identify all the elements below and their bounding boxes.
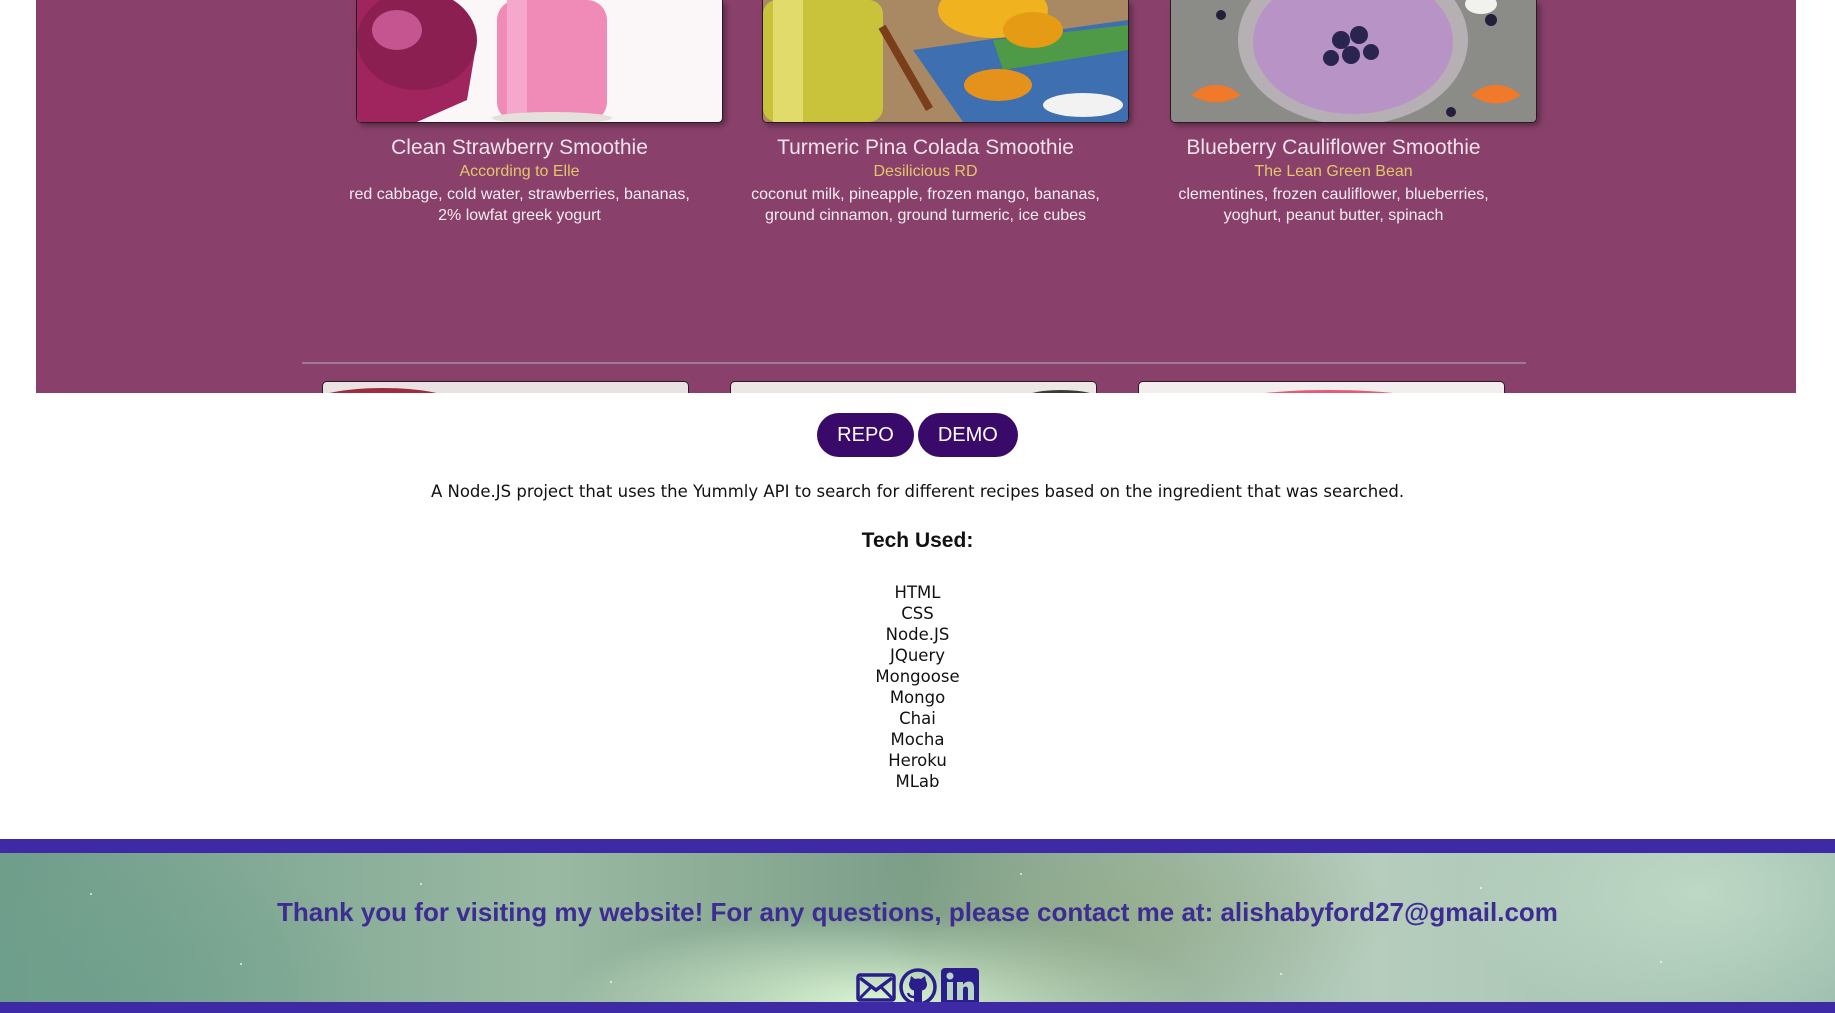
- tech-item: Heroku: [888, 751, 947, 770]
- recipe-source: Desilicious RD: [873, 163, 978, 180]
- recipe-ingredients: clementines, frozen cauliflower, blueber…: [1140, 184, 1527, 226]
- ingredients-line: yoghurt, peanut butter, spinach: [1223, 207, 1444, 224]
- project-screenshot: Clean Strawberry Smoothie According to E…: [36, 0, 1796, 393]
- tech-item: Mocha: [890, 730, 945, 749]
- tech-item: Mongo: [889, 688, 946, 707]
- tech-item: JQuery: [889, 646, 945, 665]
- tech-item: CSS: [901, 604, 934, 623]
- ingredients-line: ground cinnamon, ground turmeric, ice cu…: [764, 207, 1087, 224]
- ingredients-line: red cabbage, cold water, strawberries, b…: [349, 186, 690, 203]
- star-decoration: [1480, 887, 1482, 889]
- recipe-ingredients: coconut milk, pineapple, frozen mango, b…: [732, 184, 1119, 226]
- divider: [302, 362, 1526, 364]
- recipe-title: Turmeric Pina Colada Smoothie: [777, 136, 1074, 159]
- tech-item: Mongoose: [875, 667, 960, 686]
- demo-button[interactable]: DEMO: [917, 413, 1018, 457]
- project-description: A Node.JS project that uses the Yummly A…: [430, 482, 1405, 501]
- tech-heading: Tech Used:: [861, 529, 974, 552]
- recipe-title: Blueberry Cauliflower Smoothie: [1186, 136, 1481, 159]
- recipe-ingredients: red cabbage, cold water, strawberries, b…: [326, 184, 713, 226]
- recipe-source: According to Elle: [459, 163, 580, 180]
- social-links: [0, 967, 1835, 1007]
- star-decoration: [1020, 873, 1022, 875]
- repo-button[interactable]: REPO: [817, 413, 914, 457]
- ingredients-line: coconut milk, pineapple, frozen mango, b…: [751, 186, 1100, 203]
- recipe-image-turmeric: [762, 0, 1129, 123]
- ingredients-line: 2% lowfat greek yogurt: [438, 207, 601, 224]
- tech-item: Node.JS: [885, 625, 950, 644]
- recipe-image-partial: [1138, 381, 1505, 393]
- footer: Thank you for visiting my website! For a…: [0, 839, 1835, 1013]
- footer-bottom-band: [0, 1002, 1835, 1013]
- recipe-image-strawberry: [356, 0, 723, 123]
- linkedin-icon[interactable]: [940, 967, 980, 1007]
- recipe-image-partial: [322, 381, 689, 393]
- github-icon[interactable]: [898, 967, 938, 1007]
- tech-list: HTML CSS Node.JS JQuery Mongoose Mongo C…: [0, 582, 1835, 792]
- recipe-image-partial: [730, 381, 1097, 393]
- ingredients-line: clementines, frozen cauliflower, blueber…: [1178, 186, 1489, 203]
- tech-item: Chai: [899, 709, 936, 728]
- star-decoration: [420, 883, 422, 885]
- project-links: REPO DEMO: [0, 413, 1835, 457]
- tech-item: MLab: [895, 772, 940, 791]
- footer-thanks-text: Thank you for visiting my website! For a…: [277, 897, 1558, 927]
- recipe-image-blueberry: [1170, 0, 1537, 123]
- star-decoration: [240, 963, 242, 965]
- star-decoration: [1660, 961, 1662, 963]
- tech-item: HTML: [894, 583, 941, 602]
- mail-icon[interactable]: [855, 967, 896, 1007]
- star-decoration: [90, 893, 92, 895]
- recipe-source: The Lean Green Bean: [1254, 163, 1413, 180]
- recipe-title: Clean Strawberry Smoothie: [391, 136, 648, 159]
